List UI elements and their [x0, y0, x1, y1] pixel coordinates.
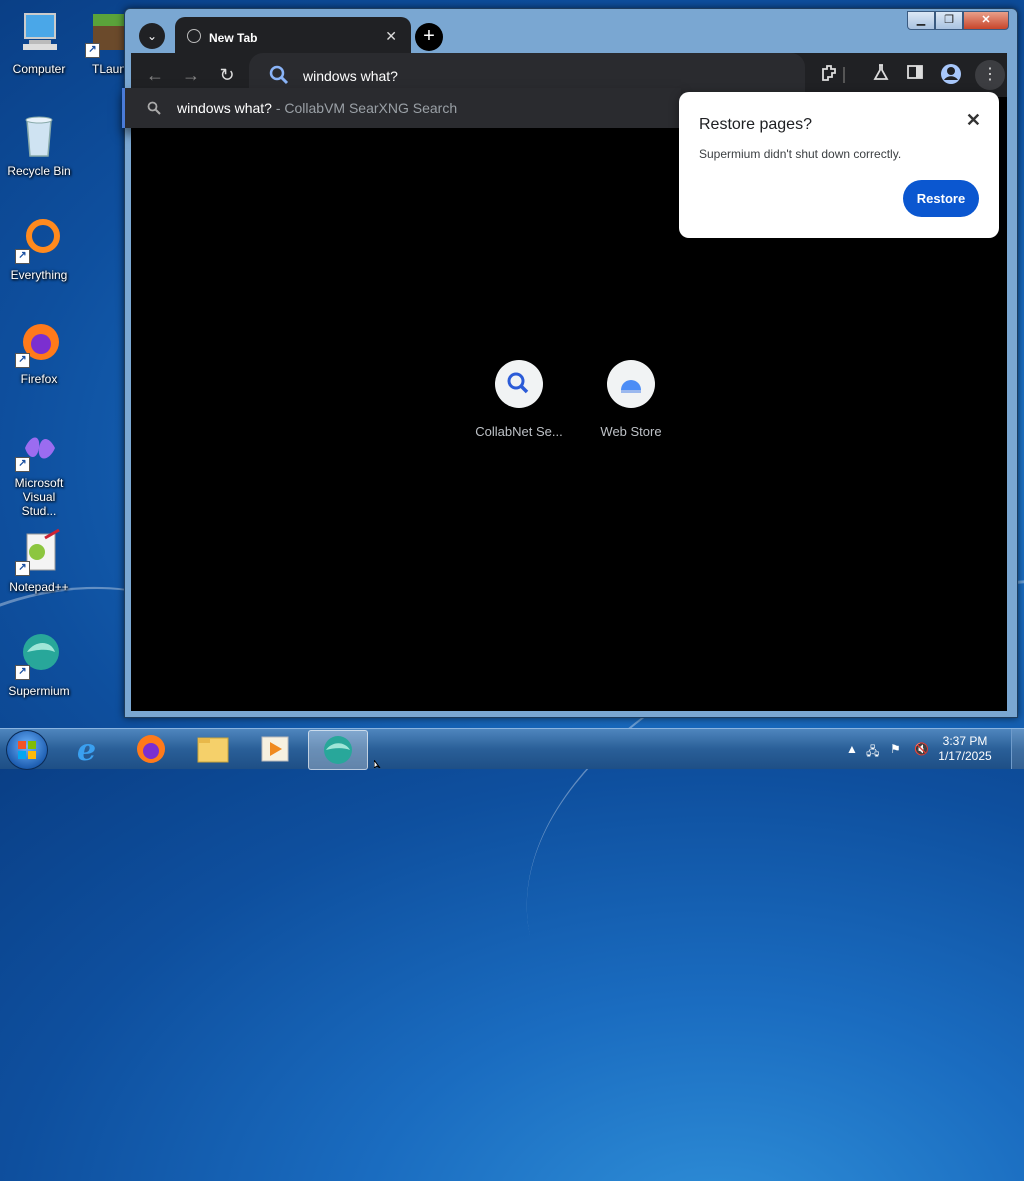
flask-icon	[872, 64, 890, 85]
suggestion-query: windows what?	[177, 100, 272, 116]
windows-logo-icon	[18, 741, 36, 759]
globe-icon	[187, 29, 201, 43]
maximize-button[interactable]: ❐	[935, 11, 963, 30]
search-icon	[495, 360, 543, 408]
restore-button[interactable]: Restore	[903, 180, 979, 217]
reload-icon: ↻	[219, 65, 235, 85]
shortcut-collabnet-search[interactable]: CollabNet Se...	[464, 360, 574, 439]
omnibox-suggestion[interactable]: windows what? - CollabVM SearXNG Search	[122, 88, 681, 128]
tab-title: New Tab	[209, 31, 258, 45]
svg-text:e: e	[77, 733, 96, 768]
taskbar-firefox[interactable]	[124, 730, 178, 768]
desktop-icon-label: Supermium	[8, 684, 70, 698]
dialog-close-icon[interactable]: ✕	[966, 110, 981, 131]
dialog-title: Restore pages?	[699, 116, 812, 133]
desktop-icon-recycle-bin[interactable]: Recycle Bin	[4, 112, 74, 178]
supermium-icon: ↗	[15, 632, 63, 680]
shortcut-arrow-icon: ↗	[15, 457, 30, 472]
shortcut-label: CollabNet Se...	[475, 424, 563, 439]
tab-strip: ⌄ New Tab ✕ +	[131, 15, 897, 57]
desktop-icon-label: Firefox	[20, 372, 58, 386]
dialog-message: Supermium didn't shut down correctly.	[699, 147, 902, 161]
taskbar-file-explorer[interactable]	[186, 730, 240, 768]
desktop-icon-notepadpp[interactable]: ↗ Notepad++	[4, 528, 74, 594]
everything-icon: ↗	[15, 216, 63, 264]
arrow-right-icon: →	[182, 65, 200, 85]
computer-icon	[15, 10, 63, 58]
shortcut-arrow-icon: ↗	[15, 561, 30, 576]
toolbar-divider	[843, 67, 845, 83]
shortcut-arrow-icon: ↗	[15, 665, 30, 680]
chevron-up-icon: ▲	[846, 742, 858, 756]
arrow-left-icon: ←	[146, 65, 164, 85]
more-vert-icon: ⋮	[982, 66, 998, 83]
media-player-icon	[248, 736, 302, 772]
menu-button[interactable]: ⋮	[975, 60, 1005, 90]
desktop-icon-firefox[interactable]: ↗ Firefox	[4, 320, 74, 386]
puzzle-icon	[820, 65, 838, 85]
search-icon	[269, 65, 289, 90]
show-desktop-button[interactable]	[1011, 729, 1024, 769]
shortcut-web-store[interactable]: Web Store	[576, 360, 686, 439]
reload-button[interactable]: ↻	[217, 65, 237, 85]
clock-date: 1/17/2025	[938, 749, 992, 763]
desktop-icon-label: Recycle Bin	[7, 164, 71, 178]
desktop-icon-label: Notepad++	[9, 580, 69, 594]
search-icon	[147, 101, 161, 120]
shortcut-arrow-icon: ↗	[15, 249, 30, 264]
restore-pages-dialog: Restore pages? ✕ Supermium didn't shut d…	[679, 92, 999, 238]
close-window-button[interactable]: ✕	[963, 11, 1009, 30]
tab-search-button[interactable]: ⌄	[139, 23, 165, 49]
taskbar-supermium[interactable]	[308, 730, 368, 770]
tab-close-icon[interactable]: ✕	[385, 28, 397, 45]
internet-explorer-icon: e	[62, 733, 116, 772]
new-tab-button[interactable]: +	[415, 23, 443, 51]
shortcut-label: Web Store	[600, 424, 662, 439]
plus-icon: +	[423, 25, 435, 47]
show-hidden-icons-button[interactable]: ▲	[846, 742, 858, 756]
forward-button[interactable]: →	[181, 65, 201, 85]
profile-icon	[940, 64, 962, 89]
tab-new-tab[interactable]: New Tab ✕	[175, 17, 411, 57]
folder-icon	[186, 737, 240, 772]
minimize-button[interactable]: ▁	[907, 11, 935, 30]
taskbar: e ▲ 🖧 ⚑ 🔇 3:37 PM 1/17/2025	[0, 728, 1024, 770]
desktop-icon-computer[interactable]: Computer	[4, 10, 74, 76]
notepadpp-icon: ↗	[15, 528, 63, 576]
chevron-down-icon: ⌄	[146, 29, 158, 43]
taskbar-media-player[interactable]	[248, 730, 302, 768]
firefox-icon: ↗	[15, 320, 63, 368]
start-button[interactable]	[6, 730, 48, 770]
window-controls: ▁ ❐ ✕	[907, 11, 1009, 30]
firefox-icon	[124, 735, 178, 772]
desktop-icon-everything[interactable]: ↗ Everything	[4, 216, 74, 282]
side-panel-button[interactable]	[903, 63, 927, 87]
visual-studio-icon: ↗	[15, 424, 63, 472]
side-panel-icon	[906, 65, 924, 85]
mouse-cursor-icon	[374, 760, 381, 768]
suggestion-source: - CollabVM SearXNG Search	[271, 100, 458, 116]
desktop-icon-label: Everything	[10, 268, 68, 282]
desktop-icon-visual-studio[interactable]: ↗ Microsoft Visual Stud...	[4, 424, 74, 518]
taskbar-internet-explorer[interactable]: e	[62, 730, 116, 768]
network-icon[interactable]: 🖧	[866, 742, 879, 763]
action-center-flag-icon[interactable]: ⚑	[890, 742, 901, 756]
shortcut-arrow-icon: ↗	[15, 353, 30, 368]
recycle-bin-icon	[15, 112, 63, 160]
desktop-icon-label: Computer	[12, 62, 66, 76]
desktop-icon-label: Microsoft Visual Stud...	[14, 476, 64, 518]
system-clock[interactable]: 3:37 PM 1/17/2025	[930, 734, 1000, 764]
shortcut-arrow-icon: ↗	[85, 43, 100, 58]
web-store-icon	[607, 360, 655, 408]
profile-button[interactable]	[939, 63, 963, 87]
volume-muted-icon[interactable]: 🔇	[914, 742, 929, 756]
desktop-icon-supermium[interactable]: ↗ Supermium	[4, 632, 74, 698]
clock-time: 3:37 PM	[942, 734, 988, 748]
supermium-icon	[309, 736, 367, 773]
labs-button[interactable]	[869, 63, 893, 87]
extensions-button[interactable]	[817, 63, 841, 87]
back-button[interactable]: ←	[145, 65, 165, 85]
omnibox-input[interactable]	[301, 65, 785, 87]
